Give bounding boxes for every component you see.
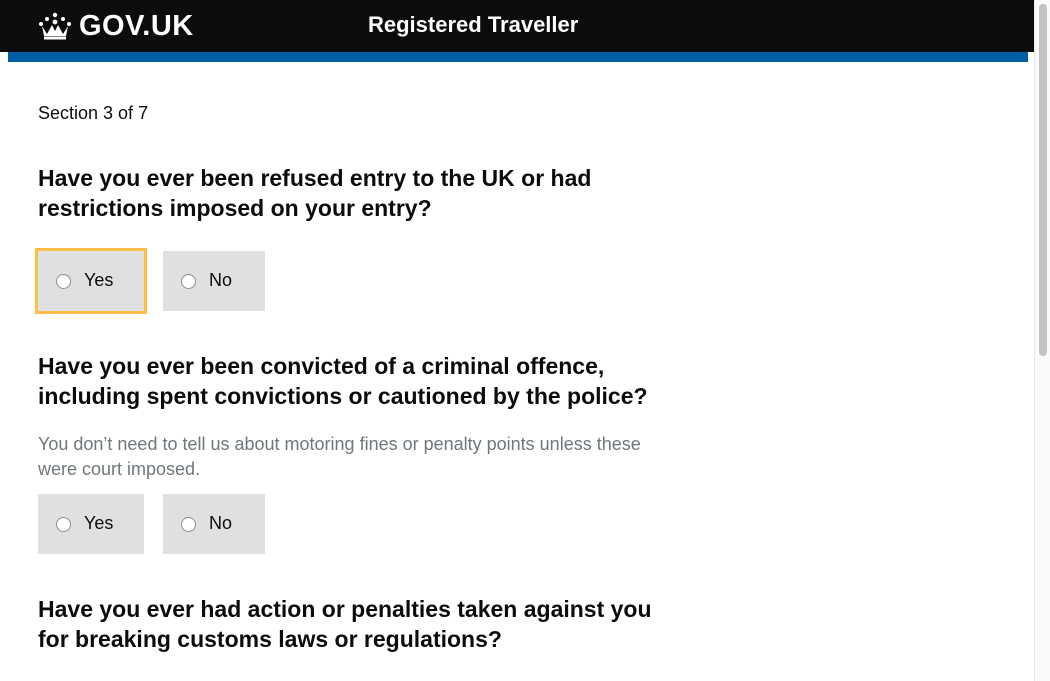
section-counter: Section 3 of 7	[38, 103, 149, 123]
logo-text: GOV.UK	[79, 9, 194, 42]
radio-label-yes: Yes	[84, 513, 114, 533]
question-criminal-offence: Have you ever been convicted of a crimin…	[38, 353, 648, 409]
question-customs-penalties: Have you ever had action or penalties ta…	[38, 596, 652, 652]
govuk-logo-link[interactable]: GOV.UK	[38, 10, 194, 42]
refused-entry-no-option[interactable]: No	[163, 251, 265, 311]
radio-label-yes: Yes	[84, 270, 114, 290]
radio-label-no: No	[209, 513, 233, 533]
radio-unchecked-icon[interactable]	[56, 517, 71, 532]
crown-icon	[39, 12, 71, 40]
question-refused-entry: Have you ever been refused entry to the …	[38, 165, 592, 221]
refused-entry-yes-option[interactable]: Yes	[35, 248, 147, 314]
service-name-link[interactable]: Registered Traveller	[368, 12, 578, 38]
header-blue-stripe	[8, 52, 1028, 62]
vertical-scrollbar-thumb[interactable]	[1039, 4, 1047, 356]
radio-unchecked-icon[interactable]	[181, 274, 196, 289]
radio-unchecked-icon[interactable]	[181, 517, 196, 532]
radio-unchecked-icon[interactable]	[56, 274, 71, 289]
criminal-offence-no-option[interactable]: No	[163, 494, 265, 554]
criminal-offence-yes-option[interactable]: Yes	[38, 494, 144, 554]
site-header: GOV.UK Registered Traveller	[0, 0, 1034, 52]
radio-label-no: No	[209, 270, 233, 290]
criminal-offence-hint: You don’t need to tell us about motoring…	[38, 434, 641, 479]
page: GOV.UK Registered Traveller Section 3 of…	[0, 0, 1050, 681]
